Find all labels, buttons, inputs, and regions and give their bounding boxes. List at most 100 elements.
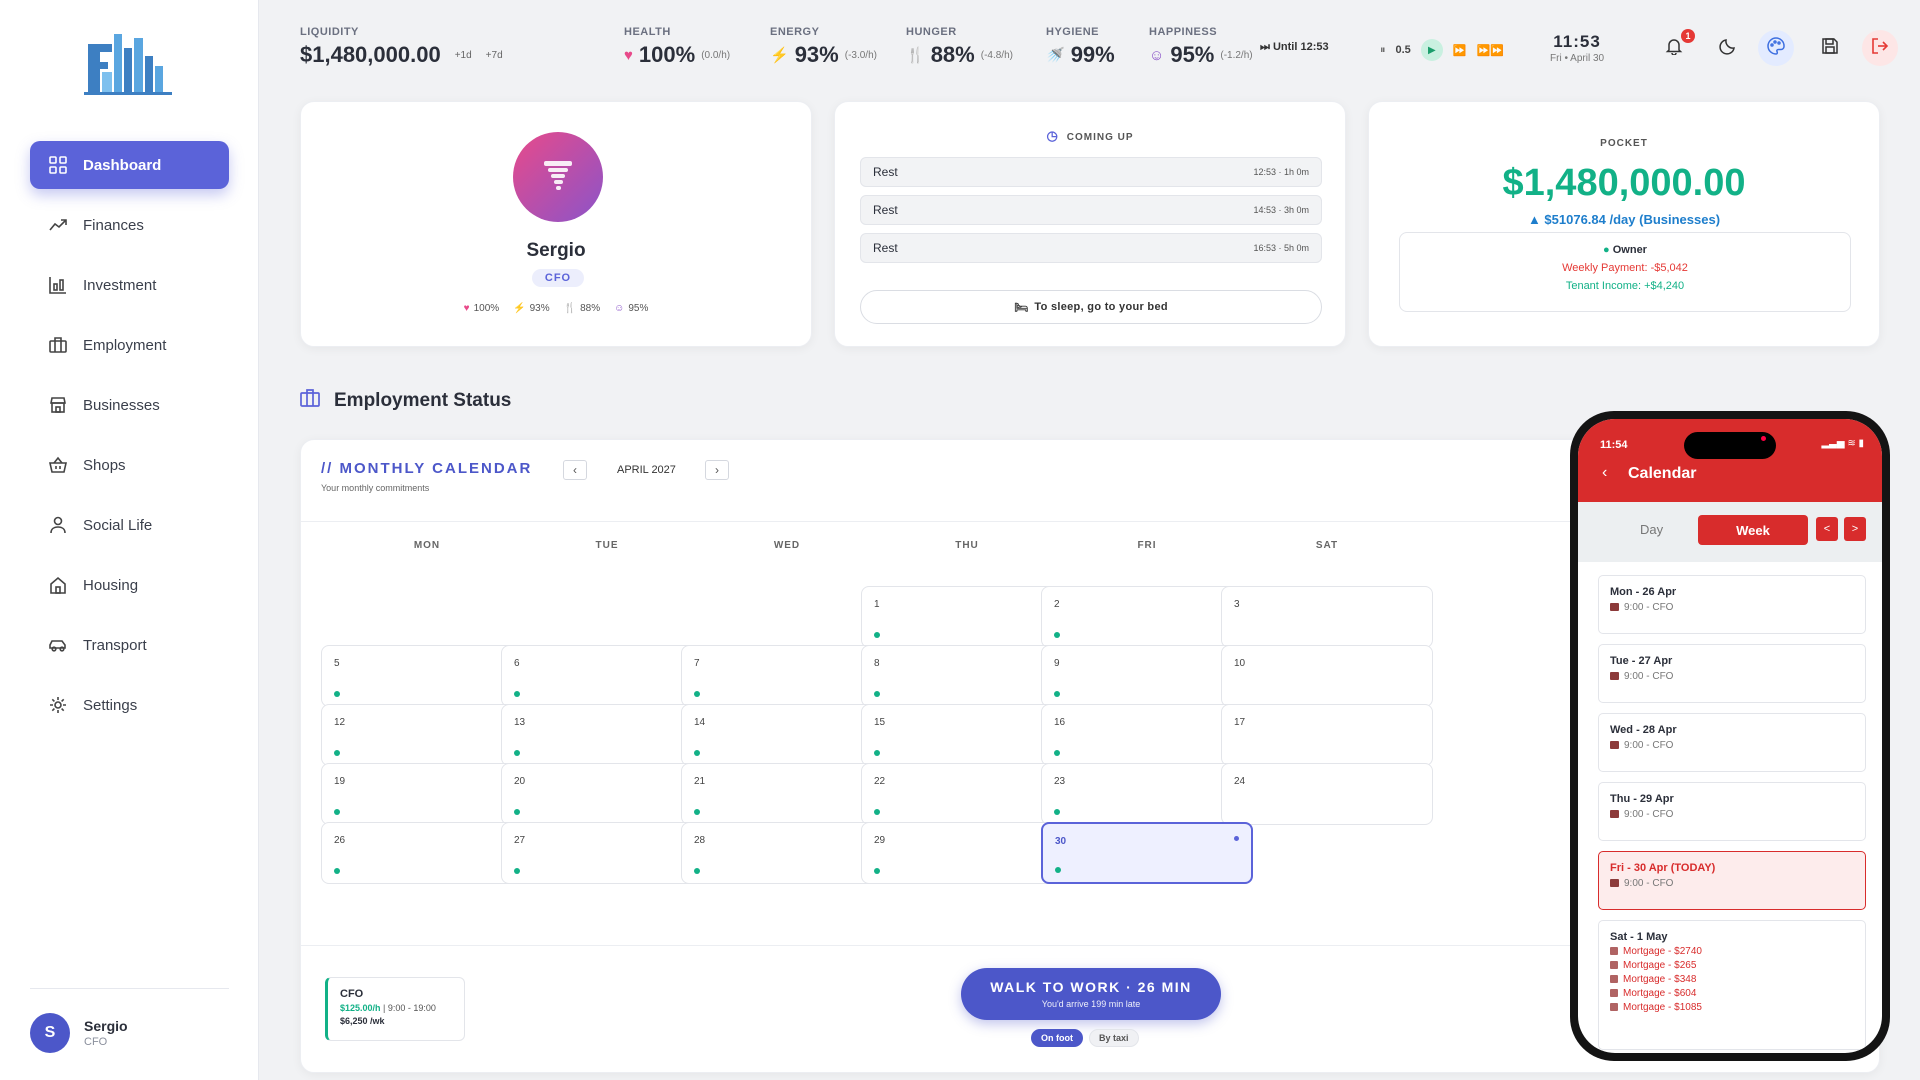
work-dot xyxy=(874,691,880,697)
gear-icon xyxy=(48,695,68,715)
wifi-icon: ≋ xyxy=(1847,438,1856,449)
sidebar-item-businesses[interactable]: Businesses xyxy=(30,381,229,429)
phone-day-item[interactable]: Mon - 26 Apr 9:00 - CFO xyxy=(1598,575,1866,634)
user-name: Sergio xyxy=(84,1018,128,1034)
calendar-day[interactable]: 10 xyxy=(1221,645,1433,707)
prev-week-button[interactable]: < xyxy=(1816,517,1838,541)
phone-day-item[interactable]: Sat - 1 May Mortgage - $2740 Mortgage - … xyxy=(1598,920,1866,1050)
job-summary[interactable]: CFO $125.00/h | 9:00 - 19:00 $6,250 /wk xyxy=(325,977,465,1041)
phone-day-item[interactable]: Thu - 29 Apr 9:00 - CFO xyxy=(1598,782,1866,841)
coming-up-label: COMING UP xyxy=(1066,132,1134,143)
hunger-rate: (-4.8/h) xyxy=(980,49,1013,61)
sidebar-item-finances[interactable]: Finances xyxy=(30,201,229,249)
next-month-button[interactable]: › xyxy=(705,460,729,480)
pocket-label: POCKET xyxy=(1600,138,1648,149)
phone-day-item[interactable]: Wed - 28 Apr 9:00 - CFO xyxy=(1598,713,1866,772)
phone-day-item[interactable]: Tue - 27 Apr 9:00 - CFO xyxy=(1598,644,1866,703)
fastest-forward-icon[interactable]: ⏩⏩ xyxy=(1477,44,1504,57)
work-dot xyxy=(1055,867,1061,873)
energy-value: 93% xyxy=(794,42,839,67)
sleep-button[interactable]: 🛏 To sleep, go to your bed xyxy=(860,290,1322,324)
sleep-button-label: To sleep, go to your bed xyxy=(1034,301,1168,313)
utensils-icon: 🍴 xyxy=(563,303,577,314)
tab-week[interactable]: Week xyxy=(1698,515,1808,545)
schedule-item[interactable]: Rest 12:53 · 1h 0m xyxy=(860,157,1322,187)
basket-icon xyxy=(48,455,68,475)
camera-dot xyxy=(1761,436,1766,441)
calendar-day[interactable]: 3 xyxy=(1221,586,1433,648)
sidebar-item-employment[interactable]: Employment xyxy=(30,321,229,369)
sidebar-item-social-life[interactable]: Social Life xyxy=(30,501,229,549)
theme-toggle-button[interactable] xyxy=(1710,30,1746,66)
sidebar-item-dashboard[interactable]: Dashboard xyxy=(30,141,229,189)
plus-7d-button[interactable]: +7d xyxy=(486,50,503,61)
work-dot xyxy=(1054,809,1060,815)
save-button[interactable] xyxy=(1812,30,1848,66)
phone-day-header: Fri - 30 Apr (TODAY) xyxy=(1610,862,1716,874)
sidebar-item-investment[interactable]: Investment xyxy=(30,261,229,309)
day-number: 1 xyxy=(874,599,880,610)
logout-button[interactable] xyxy=(1862,30,1898,66)
briefcase-icon xyxy=(300,389,320,413)
top-stats-bar: LIQUIDITY $1,480,000.00 +1d +7d HEALTH ♥ 10… xyxy=(260,0,1920,88)
calendar-header: // MONTHLY CALENDAR Your monthly commitm… xyxy=(321,460,532,493)
hunger-value: 88% xyxy=(930,42,975,67)
calendar-day[interactable]: 17 xyxy=(1221,704,1433,766)
liquidity-stat: LIQUIDITY $1,480,000.00 +1d +7d xyxy=(300,26,503,68)
notifications-button[interactable]: 1 xyxy=(1656,29,1695,66)
home-icon xyxy=(48,575,68,595)
day-number: 8 xyxy=(874,658,880,669)
store-icon xyxy=(48,395,68,415)
hygiene-stat: HYGIENE 🚿 99% xyxy=(1046,26,1115,68)
sidebar-user[interactable]: S Sergio CFO xyxy=(30,988,229,1053)
skip-icon: ⏭ xyxy=(1260,41,1273,53)
mortgage-item: Mortgage - $348 xyxy=(1610,974,1854,985)
sidebar-item-transport[interactable]: Transport xyxy=(30,621,229,669)
employment-status-title: Employment Status xyxy=(300,389,511,413)
day-number: 24 xyxy=(1234,776,1246,787)
today-indicator xyxy=(1234,836,1239,841)
plus-1d-button[interactable]: +1d xyxy=(455,50,472,61)
hygiene-label: HYGIENE xyxy=(1046,26,1100,38)
tab-day[interactable]: Day xyxy=(1640,522,1663,537)
palette-button[interactable] xyxy=(1758,30,1794,66)
on-foot-toggle[interactable]: On foot xyxy=(1031,1029,1083,1047)
sidebar-item-label: Employment xyxy=(83,336,167,354)
sidebar-item-label: Finances xyxy=(83,216,144,234)
phone-screen: 11:54 ▂▃▅ ≋ ▮ ‹ Calendar Day Week < > Mo… xyxy=(1578,419,1882,1053)
day-number: 13 xyxy=(514,717,526,728)
day-number: 29 xyxy=(874,835,886,846)
prev-month-button[interactable]: ‹ xyxy=(563,460,587,480)
play-icon[interactable]: ▶ xyxy=(1420,39,1443,61)
profile-energy: 93% xyxy=(529,303,550,314)
next-week-button[interactable]: > xyxy=(1844,517,1866,541)
smile-icon: ☺ xyxy=(1149,46,1165,64)
sidebar-item-shops[interactable]: Shops xyxy=(30,441,229,489)
work-dot xyxy=(694,691,700,697)
phone-day-item-today[interactable]: Fri - 30 Apr (TODAY) 9:00 - CFO xyxy=(1598,851,1866,910)
liquidity-label: LIQUIDITY xyxy=(300,26,359,38)
logout-icon xyxy=(1871,37,1889,60)
calendar-day-today[interactable]: 30 xyxy=(1041,822,1253,884)
phone-day-event: 9:00 - CFO xyxy=(1610,878,1854,889)
phone-day-header: Mon - 26 Apr xyxy=(1610,586,1677,598)
schedule-item[interactable]: Rest 14:53 · 3h 0m xyxy=(860,195,1322,225)
pause-icon[interactable]: ⏸ xyxy=(1380,44,1386,57)
sidebar-item-settings[interactable]: Settings xyxy=(30,681,229,729)
status-icons: ▂▃▅ ≋ ▮ xyxy=(1821,438,1864,449)
sidebar-item-label: Dashboard xyxy=(83,156,162,174)
back-icon[interactable]: ‹ xyxy=(1602,464,1607,482)
city-logo-icon[interactable] xyxy=(80,28,176,98)
profile-avatar[interactable] xyxy=(513,132,603,222)
schedule-item[interactable]: Rest 16:53 · 5h 0m xyxy=(860,233,1322,263)
walk-to-work-button[interactable]: WALK TO WORK · 26 MIN You'd arrive 199 m… xyxy=(961,968,1221,1020)
tornado-icon xyxy=(538,155,578,200)
phone-day-event: 9:00 - CFO xyxy=(1610,740,1854,751)
work-dot xyxy=(334,750,340,756)
by-taxi-toggle[interactable]: By taxi xyxy=(1089,1029,1139,1047)
fast-forward-icon[interactable]: ⏩ xyxy=(1453,44,1467,57)
skip-until-button[interactable]: ⏭ Until 12:53 xyxy=(1260,41,1329,54)
schedule-item-label: Rest xyxy=(873,165,898,179)
calendar-day[interactable]: 24 xyxy=(1221,763,1433,825)
sidebar-item-housing[interactable]: Housing xyxy=(30,561,229,609)
